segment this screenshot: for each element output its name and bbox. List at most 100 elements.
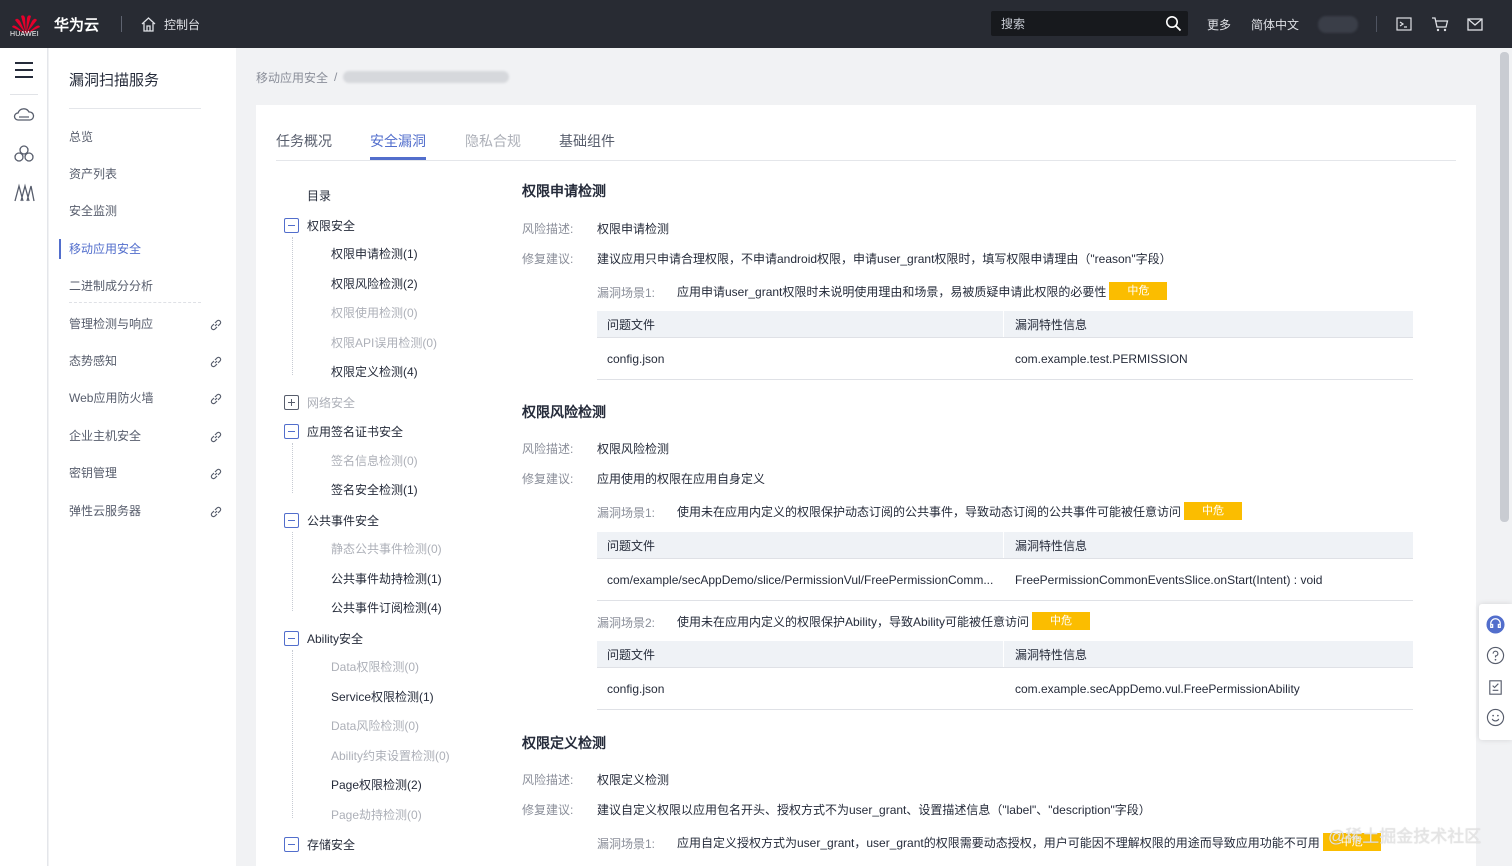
column-header-file: 问题文件 (607, 538, 656, 553)
language-selector[interactable]: 简体中文 (1251, 16, 1299, 33)
external-link-icon[interactable] (209, 505, 223, 519)
column-header-file: 问题文件 (607, 317, 656, 332)
risk-value: 权限定义检测 (597, 773, 670, 787)
user-account[interactable] (1318, 16, 1358, 33)
tree-item[interactable]: Page劫持检测(0) (331, 806, 422, 824)
tree-item[interactable]: 权限定义检测(4) (331, 363, 418, 381)
tab-base-components[interactable]: 基础组件 (559, 131, 615, 161)
tree-guide-line (292, 532, 293, 611)
customer-service-icon[interactable] (1486, 615, 1505, 634)
risk-value: 权限申请检测 (597, 222, 670, 236)
active-indicator (59, 239, 61, 259)
tree-guide-line (292, 443, 293, 493)
sidebar-item-security-monitor[interactable]: 安全监测 (69, 201, 236, 221)
tree-item[interactable]: 权限申请检测(1) (331, 245, 418, 263)
mail-icon[interactable] (1466, 15, 1484, 33)
sidebar-item-label: 企业主机安全 (69, 429, 142, 443)
tree-group-ability[interactable]: Ability安全 (284, 629, 363, 647)
tab-task-overview[interactable]: 任务概况 (276, 131, 332, 161)
cart-icon[interactable] (1431, 15, 1449, 33)
tree-item[interactable]: Service权限检测(1) (331, 688, 434, 706)
main-card: 任务概况 安全漏洞 隐私合规 基础组件 目录 权限安全 权限申请检测(1) 权限… (256, 105, 1476, 866)
external-link-icon[interactable] (209, 430, 223, 444)
active-tab-underline (370, 157, 426, 160)
divider (69, 108, 201, 109)
section-title: 权限定义检测 (522, 735, 606, 751)
tree-group-permission[interactable]: 权限安全 (284, 216, 355, 234)
more-menu[interactable]: 更多 (1207, 16, 1231, 33)
tab-privacy-compliance[interactable]: 隐私合规 (465, 131, 521, 161)
tree-item[interactable]: Ability约束设置检测(0) (331, 747, 450, 765)
table-header: 问题文件 漏洞特性信息 (597, 311, 1413, 338)
cell-info: com.example.secAppDemo.vul.FreePermissio… (1015, 681, 1300, 696)
expand-icon[interactable] (284, 394, 299, 410)
logo-text: HUAWEI (10, 31, 39, 38)
collapse-icon[interactable] (284, 423, 299, 439)
collapse-icon[interactable] (284, 217, 299, 233)
tree-item[interactable]: 签名信息检测(0) (331, 452, 418, 470)
service-sidebar: 漏洞扫描服务 总览 资产列表 安全监测 移动应用安全 二进制成分分析 管理检测与… (49, 48, 236, 866)
external-link-icon[interactable] (209, 355, 223, 369)
scrollbar-thumb[interactable] (1500, 52, 1509, 522)
fix-label: 修复建议: (522, 472, 574, 486)
tree-guide-line (292, 650, 293, 818)
tree-group-common-event[interactable]: 公共事件安全 (284, 511, 379, 529)
breadcrumb-root[interactable]: 移动应用安全 (256, 69, 328, 86)
tree-item[interactable]: 权限使用检测(0) (331, 304, 418, 322)
table-header: 问题文件 漏洞特性信息 (597, 641, 1413, 668)
scenario: 应用自定义授权方式为user_grant，user_grant的权限需要动态授权… (677, 833, 1381, 851)
tree-group-signature[interactable]: 应用签名证书安全 (284, 422, 403, 440)
tree-item[interactable]: 静态公共事件检测(0) (331, 540, 442, 558)
external-link-icon[interactable] (209, 318, 223, 332)
issue-table: 问题文件 漏洞特性信息 config.json com.example.secA… (597, 641, 1413, 710)
satisfaction-icon[interactable] (1486, 708, 1505, 727)
tree-group-network[interactable]: 网络安全 (284, 393, 355, 411)
network-icon[interactable] (12, 181, 36, 205)
scenario-label: 漏洞场景2: (597, 616, 656, 630)
sidebar-item-binary-analysis[interactable]: 二进制成分分析 (69, 276, 236, 296)
divider (1376, 16, 1377, 32)
sidebar-item-mobile-app-security[interactable]: 移动应用安全 (69, 239, 236, 259)
console-label: 控制台 (164, 17, 201, 32)
console-link[interactable]: 控制台 (140, 14, 200, 34)
help-icon[interactable] (1486, 646, 1505, 665)
tree-item[interactable]: Page权限检测(2) (331, 776, 422, 794)
brand-name[interactable]: 华为云 (54, 14, 99, 35)
terminal-icon[interactable] (1395, 15, 1413, 33)
tree-item[interactable]: 权限风险检测(2) (331, 275, 418, 293)
page-scrollbar[interactable] (1497, 48, 1512, 866)
fix-value: 应用使用的权限在应用自身定义 (597, 472, 766, 486)
external-link-icon[interactable] (209, 392, 223, 406)
sidebar-item-assets[interactable]: 资产列表 (69, 164, 236, 184)
collapse-icon[interactable] (284, 836, 299, 852)
tree-item[interactable]: 签名安全检测(1) (331, 481, 418, 499)
watermark: @稀土掘金技术社区 (1328, 827, 1482, 846)
scenario-label: 漏洞场景1: (597, 286, 656, 300)
tree-guide-line (292, 237, 293, 375)
risk-label: 风险描述: (522, 442, 574, 456)
tree-item[interactable]: 公共事件劫持检测(1) (331, 570, 442, 588)
search-input[interactable] (991, 11, 1161, 36)
sidebar-item-overview[interactable]: 总览 (69, 127, 236, 147)
tree-group-label: Ability安全 (307, 631, 364, 646)
tree-group-storage[interactable]: 存储安全 (284, 835, 355, 853)
issue-table: 问题文件 漏洞特性信息 config.json com.example.test… (597, 311, 1413, 380)
tree-item[interactable]: Data风险检测(0) (331, 717, 419, 735)
cluster-icon[interactable] (12, 142, 36, 166)
collapse-icon[interactable] (284, 512, 299, 528)
tree-item[interactable]: 公共事件订阅检测(4) (331, 599, 442, 617)
issue-table: 问题文件 漏洞特性信息 com/example/secAppDemo/slice… (597, 532, 1413, 601)
collapse-icon[interactable] (284, 630, 299, 646)
cloud-icon[interactable] (12, 103, 36, 127)
tree-group-label: 权限安全 (307, 218, 356, 233)
tree-item[interactable]: 权限API误用检测(0) (331, 334, 437, 352)
feedback-icon[interactable] (1486, 678, 1505, 697)
scenario: 应用申请user_grant权限时未说明使用理由和场景，易被质疑申请此权限的必要… (677, 282, 1168, 300)
external-link-icon[interactable] (209, 467, 223, 481)
table-row: config.json com.example.secAppDemo.vul.F… (597, 668, 1413, 710)
search-icon[interactable] (1165, 15, 1182, 32)
menu-icon[interactable] (12, 58, 36, 82)
tree-item[interactable]: Data权限检测(0) (331, 658, 419, 676)
fix-value: 建议自定义权限以应用包名开头、授权方式不为user_grant、设置描述信息（"… (597, 803, 1151, 817)
cell-file: com/example/secAppDemo/slice/PermissionV… (607, 572, 994, 587)
